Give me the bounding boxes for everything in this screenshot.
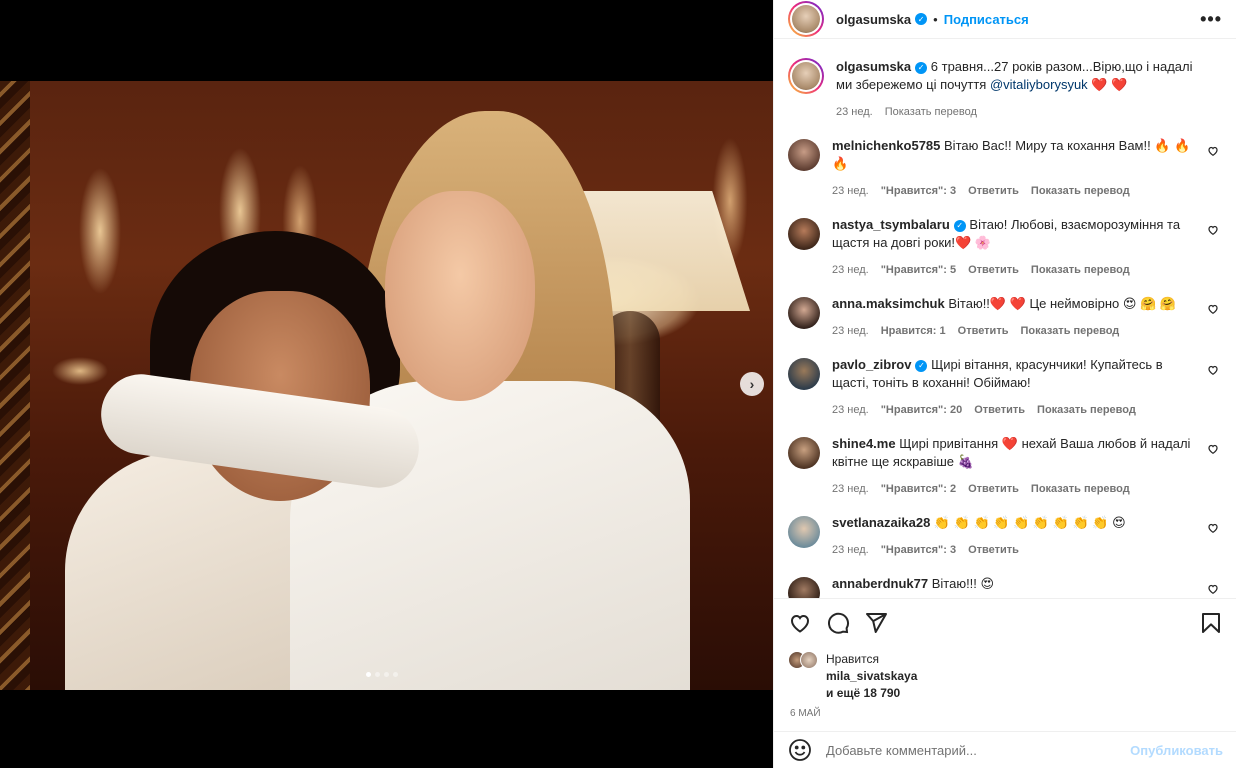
comment-like-heart-icon[interactable] <box>1207 224 1219 236</box>
post-actions: Нравится mila_sivatskaya и ещё 18 790 6 … <box>774 598 1236 719</box>
comment-time[interactable]: 23 нед. <box>832 182 869 200</box>
reply-button[interactable]: Ответить <box>974 401 1025 419</box>
comment-time[interactable]: 23 нед. <box>832 401 869 419</box>
reply-button[interactable]: Ответить <box>968 261 1019 279</box>
comment-likes[interactable]: "Нравится": 20 <box>881 401 962 419</box>
caption-username[interactable]: olgasumska <box>836 59 911 74</box>
comment-row: svetlanazaika28 👏 👏 👏 👏 👏 👏 👏 👏 👏 😍 23 н… <box>788 514 1223 559</box>
comment-text: 👏 👏 👏 👏 👏 👏 👏 👏 👏 😍 <box>933 515 1126 530</box>
comment-row: nastya_tsymbalaru ✓ Вітаю! Любові, взаємо… <box>788 216 1223 279</box>
comment-like-heart-icon[interactable] <box>1207 145 1219 157</box>
caption-translate[interactable]: Показать перевод <box>885 103 977 121</box>
commenter-username[interactable]: nastya_tsymbalaru <box>832 217 950 232</box>
heart-icon[interactable] <box>788 611 812 635</box>
more-options-icon[interactable]: ••• <box>1200 9 1222 30</box>
comment-text: Вітаю!!❤️ ❤️ Це неймовірно 😍 🤗 🤗 <box>948 296 1177 311</box>
comment-likes[interactable]: "Нравится": 2 <box>881 480 956 498</box>
caption-avatar[interactable] <box>788 58 824 94</box>
commenter-username[interactable]: pavlo_zibrov <box>832 357 911 372</box>
comment-likes[interactable]: Нравится: 1 <box>881 322 946 340</box>
comments-list[interactable]: olgasumska ✓ 6 травня...27 років разом...… <box>774 48 1236 598</box>
comment-like-heart-icon[interactable] <box>1207 364 1219 376</box>
caption-emoji: ❤️ ❤️ <box>1091 77 1128 92</box>
follow-button[interactable]: Подписаться <box>944 12 1029 27</box>
translate-button[interactable]: Показать перевод <box>1031 480 1130 498</box>
carved-frame <box>0 81 30 690</box>
commenter-username[interactable]: shine4.me <box>832 436 896 451</box>
comment-like-heart-icon[interactable] <box>1207 583 1219 595</box>
comment-row: melnichenko5785 Вітаю Вас!! Миру та коха… <box>788 137 1223 200</box>
separator-dot: • <box>933 11 938 27</box>
liker-avatar[interactable] <box>800 651 818 669</box>
comment-time[interactable]: 23 нед. <box>832 480 869 498</box>
commenter-username[interactable]: svetlanazaika28 <box>832 515 930 530</box>
comment-like-heart-icon[interactable] <box>1207 303 1219 315</box>
post-caption: olgasumska ✓ 6 травня...27 років разом...… <box>788 48 1223 121</box>
verified-badge-icon: ✓ <box>915 13 928 25</box>
commenter-username[interactable]: anna.maksimchuk <box>832 296 945 311</box>
commenter-avatar[interactable] <box>788 297 820 329</box>
comment-time[interactable]: 23 нед. <box>832 261 869 279</box>
woman-face <box>385 191 535 401</box>
commenter-avatar[interactable] <box>788 577 820 598</box>
translate-button[interactable]: Показать перевод <box>1020 322 1119 340</box>
share-icon[interactable] <box>864 611 888 635</box>
author-avatar[interactable] <box>788 1 824 37</box>
likes-label: Нравится <box>826 652 879 666</box>
comment-time[interactable]: 23 нед. <box>832 322 869 340</box>
commenter-avatar[interactable] <box>788 218 820 250</box>
carousel-dot <box>366 672 371 677</box>
comment-row: pavlo_zibrov ✓ Щирі вітання, красунчики! … <box>788 356 1223 419</box>
reply-button[interactable]: Ответить <box>968 480 1019 498</box>
commenter-avatar[interactable] <box>788 437 820 469</box>
translate-button[interactable]: Показать перевод <box>1031 182 1130 200</box>
caption-mention[interactable]: @vitaliyborysyuk <box>990 77 1088 92</box>
commenter-username[interactable]: melnichenko5785 <box>832 138 940 153</box>
translate-button[interactable]: Показать перевод <box>1037 401 1136 419</box>
emoji-icon[interactable] <box>788 738 812 762</box>
comment-icon[interactable] <box>826 611 850 635</box>
commenter-avatar[interactable] <box>788 358 820 390</box>
comment-row: shine4.me Щирі привітання ❤️ нехай Ваша … <box>788 435 1223 498</box>
commenter-username[interactable]: annaberdnuk77 <box>832 576 928 591</box>
likes-summary: Нравится mila_sivatskaya и ещё 18 790 <box>788 651 1223 702</box>
comment-time[interactable]: 23 нед. <box>832 541 869 559</box>
post-media: › <box>0 0 773 768</box>
liker-username[interactable]: mila_sivatskaya <box>826 668 917 685</box>
comment-text: Вітаю!!! 😍 <box>931 576 995 591</box>
comment-likes[interactable]: "Нравится": 3 <box>881 541 956 559</box>
comment-like-heart-icon[interactable] <box>1207 443 1219 455</box>
likes-count[interactable]: и ещё 18 790 <box>826 686 900 700</box>
comment-row: anna.maksimchuk Вітаю!!❤️ ❤️ Це неймовір… <box>788 295 1223 340</box>
verified-badge-icon: ✓ <box>915 359 928 372</box>
reply-button[interactable]: Ответить <box>968 541 1019 559</box>
bookmark-icon[interactable] <box>1199 611 1223 635</box>
post-side-panel: olgasumska ✓ • Подписаться ••• olgasumsk… <box>773 0 1236 768</box>
carousel-indicator <box>366 672 398 677</box>
comment-row: annaberdnuk77 Вітаю!!! 😍 <box>788 575 1223 598</box>
comment-input[interactable] <box>826 742 1126 758</box>
caption-time[interactable]: 23 нед. <box>836 103 873 121</box>
likes-others[interactable]: и ещё 18 790 <box>826 685 917 702</box>
add-comment-bar: Опубликовать <box>774 731 1236 768</box>
publish-button[interactable]: Опубликовать <box>1130 743 1223 758</box>
comment-likes[interactable]: "Нравится": 5 <box>881 261 956 279</box>
reply-button[interactable]: Ответить <box>958 322 1009 340</box>
post-photo[interactable] <box>0 81 773 690</box>
post-date[interactable]: 6 МАЙ <box>790 708 1223 719</box>
commenter-avatar[interactable] <box>788 516 820 548</box>
verified-badge-icon: ✓ <box>953 219 966 232</box>
carousel-dot <box>375 672 380 677</box>
post-header: olgasumska ✓ • Подписаться ••• <box>774 0 1236 39</box>
chevron-right-icon[interactable]: › <box>740 372 764 396</box>
carousel-dot <box>393 672 398 677</box>
author-username[interactable]: olgasumska <box>836 12 911 27</box>
reply-button[interactable]: Ответить <box>968 182 1019 200</box>
commenter-avatar[interactable] <box>788 139 820 171</box>
comment-like-heart-icon[interactable] <box>1207 522 1219 534</box>
translate-button[interactable]: Показать перевод <box>1031 261 1130 279</box>
verified-badge-icon: ✓ <box>915 61 928 74</box>
comment-likes[interactable]: "Нравится": 3 <box>881 182 956 200</box>
carousel-dot <box>384 672 389 677</box>
